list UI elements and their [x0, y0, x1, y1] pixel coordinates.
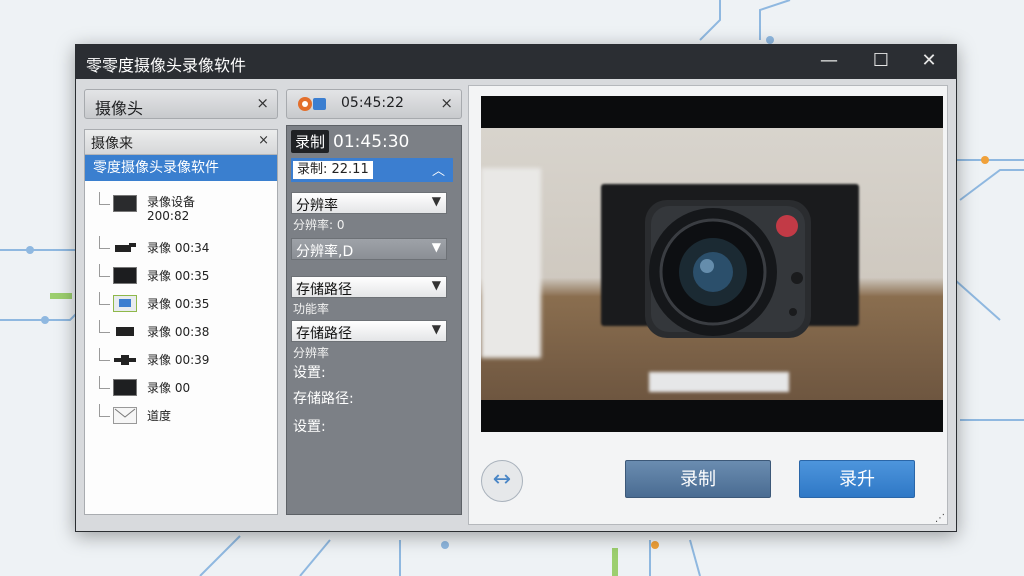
record-elapsed-time: 01:45:30 [333, 132, 410, 152]
device-tree-header-label: 摄像来 [91, 136, 133, 152]
record-settings-panel: 05:45:22 × 录制 01:45:30 录制: 22.11 ︿ 分辨率 ▼ … [286, 85, 462, 515]
resolution-dropdown-value: 分辨率 [296, 198, 338, 214]
chevron-down-icon: ▼ [431, 322, 441, 336]
record-tab[interactable]: 05:45:22 × [286, 89, 462, 119]
storage-sublabel-2: 分辨率 [293, 346, 330, 360]
tree-connector [99, 320, 110, 333]
title-bar: 零零度摄像头录像软件 — ☐ ✕ [76, 45, 956, 79]
storage-sublabel: 功能率 [293, 302, 330, 316]
tree-item[interactable]: 录像 00:35 [99, 292, 269, 316]
preview-panel: ↔ 录制 录升 ⋰ [468, 85, 948, 525]
resolution-sublabel: 分辨率: 0 [293, 218, 345, 232]
tree-item-label: 录像 00 [147, 381, 191, 395]
record-select-value: 录制: 22.11 [293, 161, 373, 179]
chevron-down-icon: ▼ [431, 240, 441, 254]
storage-path-dropdown[interactable]: 存储路径 ▼ [291, 276, 447, 298]
envelope-icon [113, 407, 137, 424]
monitor-thumbnail-icon [113, 295, 137, 312]
chevron-down-icon: ▼ [431, 194, 441, 208]
tree-connector [99, 236, 110, 249]
storage-path-dropdown-2-value: 存储路径 [296, 326, 352, 342]
tree-connector [99, 264, 110, 277]
record-select[interactable]: 录制: 22.11 ︿ [291, 158, 453, 182]
storage-path-label: 存储路径: [293, 391, 354, 407]
tree-item-label: 录像 00:38 [147, 325, 210, 339]
close-button[interactable]: ✕ [906, 45, 952, 79]
app-icons [298, 97, 326, 111]
tree-item[interactable]: 录像 00:39 [99, 348, 269, 372]
settings-label: 设置: [293, 365, 326, 381]
record-badge: 录制 [291, 130, 330, 153]
tree-item-label: 录像 00:35 [147, 297, 210, 311]
settings-label-2: 设置: [293, 419, 326, 435]
tree-connector [99, 376, 110, 389]
record-tab-time: 05:45:22 [341, 95, 404, 111]
preview-image [481, 128, 943, 400]
resolution-dropdown-2-value: 分辨率,D [296, 244, 354, 260]
tree-connector [99, 404, 110, 417]
video-thumbnail-icon [113, 267, 137, 284]
window-title: 零零度摄像头录像软件 [86, 56, 247, 75]
tree-item[interactable]: 录像 00:35 [99, 264, 269, 288]
resolution-dropdown[interactable]: 分辨率 ▼ [291, 192, 447, 214]
webcam-image [645, 200, 811, 338]
record-button[interactable]: 录制 [625, 460, 771, 498]
tree-item-device[interactable]: 录像设备 200:82 [99, 192, 269, 226]
tree-connector [99, 192, 110, 205]
camera-tab-label: 摄像头 [95, 99, 144, 118]
device-tree-header: 摄像来 × [85, 130, 277, 155]
tree-item-label: 录像 00:34 [147, 241, 210, 255]
tree-selected-item[interactable]: 零度摄像头录像软件 [85, 155, 277, 181]
storage-path-dropdown-value: 存储路径 [296, 282, 352, 298]
tree-item[interactable]: 录像 00 [99, 376, 269, 400]
resize-grip-icon[interactable]: ⋰ [935, 513, 945, 524]
record-status: 录制 01:45:30 [291, 130, 409, 153]
chevron-down-icon: ▼ [431, 278, 441, 292]
tree-item[interactable]: 道度 [99, 404, 269, 428]
tree-item-label: 道度 [147, 409, 172, 423]
camera-preview [481, 96, 943, 432]
tree-item-label: 录像 00:35 [147, 269, 210, 283]
device-tree-close-icon[interactable]: × [258, 133, 269, 148]
upload-button[interactable]: 录升 [799, 460, 915, 498]
app-window: 零零度摄像头录像软件 — ☐ ✕ 摄像头 × 摄像来 × 零度摄像头录像软件 录… [75, 44, 957, 532]
camera-tab[interactable]: 摄像头 × [84, 89, 278, 119]
swap-arrows-button[interactable]: ↔ [481, 460, 523, 502]
tree-item-label: 录像 00:39 [147, 353, 210, 367]
tree-item[interactable]: 录像 00:34 [99, 236, 269, 260]
tree-item[interactable]: 录像 00:38 [99, 320, 269, 344]
background-shelf [481, 168, 541, 358]
background-keyboard [649, 372, 789, 392]
camera-panel: 摄像头 × 摄像来 × 零度摄像头录像软件 录像设备 200:82 录像 00:… [84, 85, 278, 515]
record-settings-body: 录制 01:45:30 录制: 22.11 ︿ 分辨率 ▼ 分辨率: 0 分辨率,… [286, 125, 462, 515]
camera-tab-close-icon[interactable]: × [256, 94, 269, 112]
camera-thumbnail-icon [113, 323, 137, 340]
video-thumbnail-icon [113, 379, 137, 396]
resolution-dropdown-2[interactable]: 分辨率,D ▼ [291, 238, 447, 260]
tree-connector [99, 292, 110, 305]
camera-thumbnail-icon [113, 351, 137, 368]
storage-path-dropdown-2[interactable]: 存储路径 ▼ [291, 320, 447, 342]
record-tab-close-icon[interactable]: × [440, 94, 453, 112]
tree-item-label: 录像设备 [147, 195, 196, 209]
device-tree: 摄像来 × 零度摄像头录像软件 录像设备 200:82 录像 00:34 录像 … [84, 129, 278, 515]
minimize-button[interactable]: — [806, 45, 852, 79]
tree-item-sublabel: 200:82 [147, 209, 190, 223]
device-thumbnail-icon [113, 195, 137, 212]
tree-connector [99, 348, 110, 361]
chevron-up-icon: ︿ [431, 164, 445, 179]
camera-thumbnail-icon [113, 239, 137, 256]
maximize-button[interactable]: ☐ [858, 45, 904, 79]
